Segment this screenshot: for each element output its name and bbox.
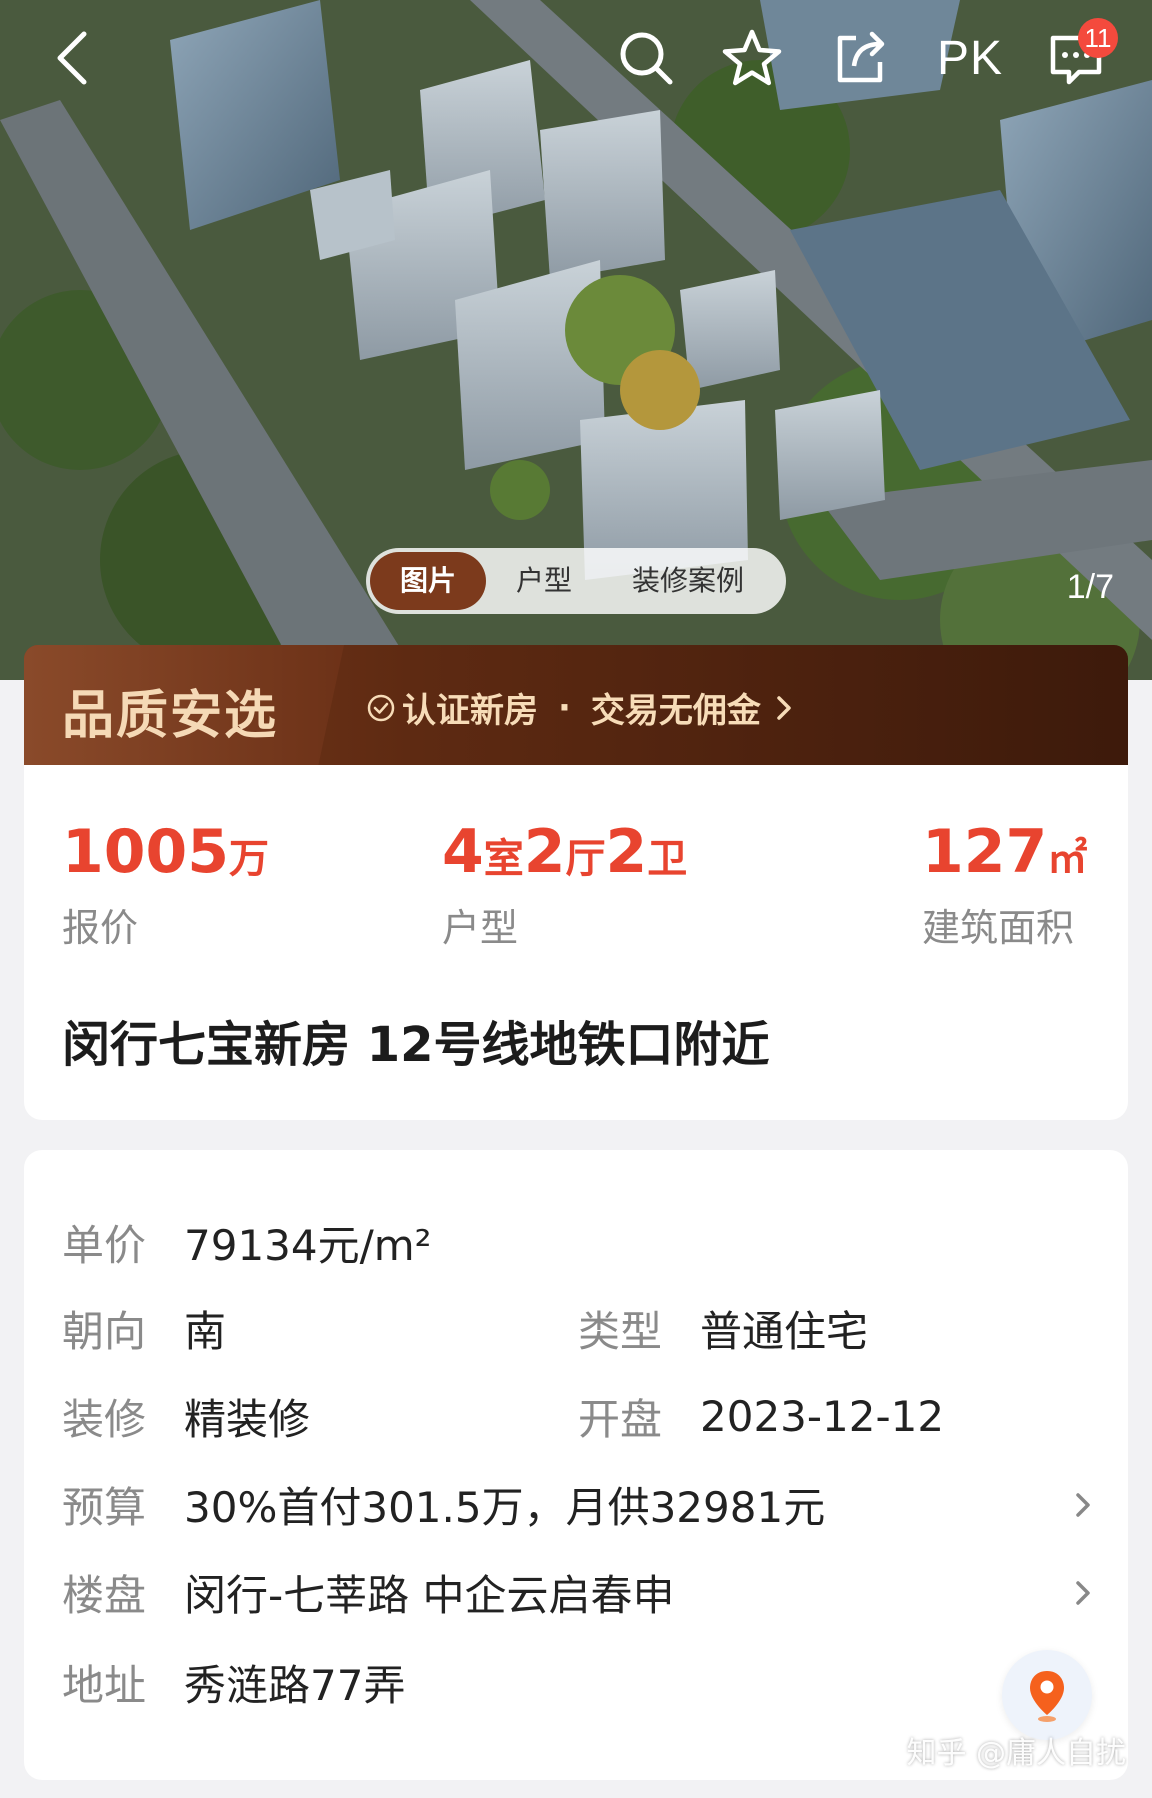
address-value: 秀涟路77弄 bbox=[184, 1661, 406, 1710]
banner-item-certified: 认证新房 bbox=[402, 691, 538, 731]
check-circle-icon bbox=[367, 694, 395, 721]
share-icon bbox=[837, 31, 885, 83]
area-label: 建筑面积 bbox=[922, 906, 1075, 950]
stat-price: 1005万 报价 bbox=[62, 817, 269, 952]
project-key: 楼盘 bbox=[62, 1571, 147, 1620]
area-value: 127 bbox=[922, 817, 1048, 887]
price-value: 1005 bbox=[62, 817, 229, 887]
orientation-key: 朝向 bbox=[62, 1307, 147, 1356]
share-button[interactable] bbox=[824, 22, 896, 94]
decoration-value: 精装修 bbox=[184, 1395, 311, 1444]
row-opening: 开盘 2023-12-12 bbox=[578, 1386, 944, 1447]
hero-image[interactable]: PK 11 图片 户型 装修案例 1/7 bbox=[0, 0, 1152, 680]
banner-item-no-commission: 交易无佣金 bbox=[590, 691, 761, 731]
row-type: 类型 普通住宅 bbox=[578, 1298, 868, 1359]
back-arrow-icon bbox=[57, 31, 87, 85]
area-unit: ㎡ bbox=[1047, 836, 1088, 882]
chevron-right-icon bbox=[1076, 1580, 1090, 1605]
row-unit-price: 单价 79134元/m² bbox=[62, 1212, 432, 1273]
row-decoration: 装修 精装修 bbox=[62, 1386, 310, 1447]
chevron-right-icon bbox=[1076, 1492, 1090, 1517]
layout-rooms: 4 bbox=[442, 817, 484, 887]
project-value: 闵行-七莘路 中企云启春申 bbox=[184, 1571, 675, 1620]
opening-value: 2023-12-12 bbox=[700, 1392, 945, 1441]
tab-decoration-cases[interactable]: 装修案例 bbox=[602, 552, 774, 610]
banner-features[interactable]: 认证新房 · 交易无佣金 bbox=[366, 683, 799, 732]
orientation-value: 南 bbox=[184, 1307, 227, 1356]
listing-title: 闵行七宝新房 12号线地铁口附近 bbox=[62, 1017, 770, 1073]
layout-halls-unit: 厅 bbox=[565, 836, 606, 882]
layout-label: 户型 bbox=[442, 906, 519, 950]
unit-price-key: 单价 bbox=[62, 1221, 147, 1270]
pk-label: PK bbox=[936, 31, 1004, 85]
tab-floorplan[interactable]: 户型 bbox=[486, 552, 602, 610]
chevron-right-icon bbox=[777, 695, 791, 720]
summary-card: 1005万 报价 4室2厅2卫 户型 127㎡ 建筑面积 闵行七宝新房 12号线… bbox=[24, 765, 1128, 1120]
quality-banner[interactable]: 品质安选 认证新房 · 交易无佣金 bbox=[24, 645, 1128, 765]
star-icon bbox=[722, 29, 782, 86]
budget-value: 30%首付301.5万，月供32981元 bbox=[184, 1483, 826, 1532]
message-badge: 11 bbox=[1078, 18, 1118, 58]
banner-dot: · bbox=[558, 687, 571, 728]
stat-layout: 4室2厅2卫 户型 bbox=[442, 817, 687, 952]
row-budget[interactable]: 预算 30%首付301.5万，月供32981元 bbox=[62, 1474, 1092, 1535]
opening-key: 开盘 bbox=[578, 1395, 663, 1444]
address-key: 地址 bbox=[62, 1661, 147, 1710]
stat-area: 127㎡ 建筑面积 bbox=[922, 817, 1087, 952]
layout-halls: 2 bbox=[523, 817, 566, 887]
watermark: 知乎 @庸人自扰 bbox=[906, 1736, 1126, 1771]
price-unit: 万 bbox=[229, 836, 269, 882]
map-pin-icon bbox=[1030, 1671, 1064, 1722]
banner-title: 品质安选 bbox=[62, 686, 279, 746]
layout-baths: 2 bbox=[605, 817, 648, 887]
tab-photos[interactable]: 图片 bbox=[370, 552, 487, 610]
search-button[interactable] bbox=[610, 22, 682, 94]
details-card: 单价 79134元/m² 朝向 南 类型 普通住宅 装修 精装修 开盘 2023… bbox=[24, 1150, 1128, 1780]
message-button[interactable]: 11 bbox=[1040, 18, 1118, 94]
type-key: 类型 bbox=[578, 1307, 663, 1356]
pk-button[interactable]: PK bbox=[930, 22, 1010, 94]
decoration-key: 装修 bbox=[62, 1395, 147, 1444]
top-toolbar: PK 11 bbox=[0, 0, 1152, 120]
map-button[interactable] bbox=[1002, 1650, 1092, 1740]
row-address: 地址 秀涟路77弄 bbox=[62, 1652, 405, 1713]
row-project[interactable]: 楼盘 闵行-七莘路 中企云启春申 bbox=[62, 1562, 1092, 1623]
image-counter: 1/7 bbox=[1066, 568, 1114, 606]
favorite-button[interactable] bbox=[716, 22, 788, 94]
type-value: 普通住宅 bbox=[700, 1307, 869, 1356]
unit-price-value: 79134元/m² bbox=[184, 1221, 432, 1270]
layout-rooms-unit: 室 bbox=[483, 836, 524, 882]
price-label: 报价 bbox=[62, 906, 139, 950]
media-tabs: 图片 户型 装修案例 bbox=[366, 548, 786, 614]
row-orientation: 朝向 南 bbox=[62, 1298, 226, 1359]
layout-baths-unit: 卫 bbox=[647, 836, 688, 882]
back-button[interactable] bbox=[36, 22, 108, 94]
search-icon bbox=[620, 32, 673, 85]
budget-key: 预算 bbox=[62, 1483, 147, 1532]
